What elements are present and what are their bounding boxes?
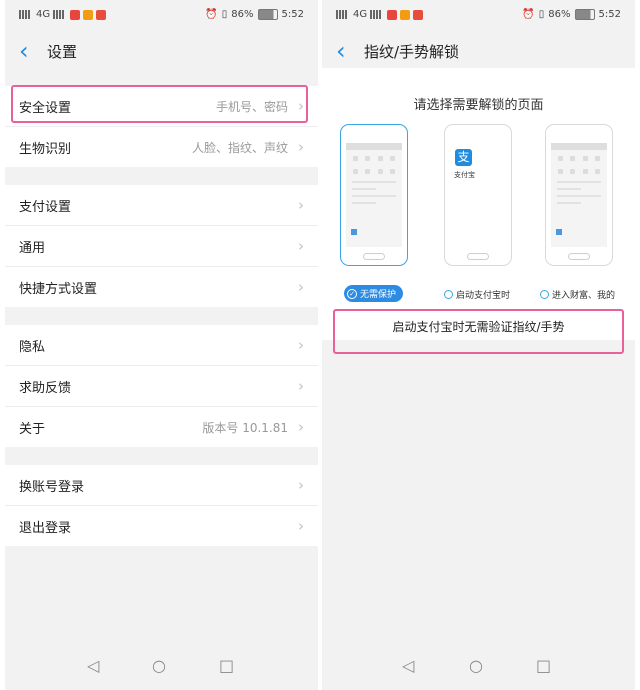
item-label: 通用 xyxy=(19,240,46,256)
settings-item-payment[interactable]: 支付设置 › xyxy=(5,185,318,226)
vibrate-icon: ▯ xyxy=(221,9,228,20)
check-icon: ✓ xyxy=(347,288,357,299)
nav-recent-icon[interactable]: □ xyxy=(219,656,234,675)
highlight-box-security xyxy=(11,85,308,123)
battery-icon xyxy=(574,9,595,20)
settings-group-3: 隐私 › 求助反馈 › 关于 版本号 10.1.81 › xyxy=(5,325,318,447)
signal-icon-2 xyxy=(370,10,385,19)
home-button-icon xyxy=(363,253,385,260)
item-label: 生物识别 xyxy=(19,141,72,157)
system-nav-bar: ◁ ○ □ xyxy=(5,644,318,690)
unlock-options: ✓ 无需保护 启动支付宝时 进入财富、我的 xyxy=(322,284,635,308)
chevron-right-icon: › xyxy=(298,278,304,296)
phone-screen xyxy=(551,143,607,247)
nav-home-icon[interactable]: ○ xyxy=(469,656,483,675)
settings-item-about[interactable]: 关于 版本号 10.1.81 › xyxy=(5,407,318,447)
alipay-logo-icon: 支 xyxy=(455,149,472,166)
highlight-box-description xyxy=(333,309,624,354)
settings-group-4: 换账号登录 › 退出登录 › xyxy=(5,465,318,546)
chevron-right-icon: › xyxy=(298,476,304,494)
home-button-icon xyxy=(467,253,489,260)
item-label: 隐私 xyxy=(19,339,46,355)
item-value: 人脸、指纹、声纹 xyxy=(191,140,288,155)
home-button-icon xyxy=(568,253,590,260)
settings-item-privacy[interactable]: 隐私 › xyxy=(5,325,318,366)
alipay-label: 支付宝 xyxy=(454,171,475,179)
item-value: 版本号 10.1.81 xyxy=(202,420,288,435)
phone-screen xyxy=(346,143,402,247)
settings-item-switch-account[interactable]: 换账号登录 › xyxy=(5,465,318,506)
network-label: 4G xyxy=(36,9,51,20)
phone-preview-none[interactable] xyxy=(340,124,408,266)
phone-preview-launch[interactable]: 支 支付宝 xyxy=(444,124,512,266)
phone-previews: 支 支付宝 xyxy=(322,124,635,284)
settings-item-biometrics[interactable]: 生物识别 人脸、指纹、声纹 › xyxy=(5,127,318,167)
page-title: 指纹/手势解锁 xyxy=(364,42,460,61)
nav-recent-icon[interactable]: □ xyxy=(536,656,551,675)
option-no-protection[interactable]: ✓ 无需保护 xyxy=(344,285,404,302)
chevron-right-icon: › xyxy=(298,377,304,395)
chevron-right-icon: › xyxy=(298,418,304,436)
phone-screen: 支 支付宝 xyxy=(450,143,506,247)
signal-icon-2 xyxy=(53,10,68,19)
app-notification-icon xyxy=(83,9,94,20)
app-notification-icon xyxy=(413,9,424,20)
battery-icon xyxy=(257,9,278,20)
app-notification-icon xyxy=(70,9,81,20)
nav-back-icon[interactable]: ◁ xyxy=(402,656,414,675)
chevron-right-icon: › xyxy=(298,336,304,354)
vibrate-icon: ▯ xyxy=(538,9,545,20)
back-arrow-icon[interactable]: ‹ xyxy=(336,39,356,63)
app-notification-icon xyxy=(400,9,411,20)
settings-item-help[interactable]: 求助反馈 › xyxy=(5,366,318,407)
nav-home-icon[interactable]: ○ xyxy=(152,656,166,675)
settings-item-logout[interactable]: 退出登录 › xyxy=(5,506,318,546)
status-bar: 4G ⏰ ▯ 86% 5:52 xyxy=(322,0,635,34)
battery-percent: 86% xyxy=(548,9,571,20)
battery-percent: 86% xyxy=(231,9,254,20)
chevron-right-icon: › xyxy=(298,237,304,255)
option-on-launch[interactable]: 启动支付宝时 xyxy=(444,288,510,301)
radio-icon xyxy=(444,290,453,299)
app-notification-icon xyxy=(387,9,398,20)
item-label: 支付设置 xyxy=(19,199,72,215)
settings-item-general[interactable]: 通用 › xyxy=(5,226,318,267)
signal-icon xyxy=(336,10,350,19)
settings-group-2: 支付设置 › 通用 › 快捷方式设置 › xyxy=(5,185,318,307)
settings-item-shortcuts[interactable]: 快捷方式设置 › xyxy=(5,267,318,307)
option-label: 进入财富、我的 xyxy=(552,291,616,301)
option-label: 启动支付宝时 xyxy=(456,291,511,301)
item-label: 快捷方式设置 xyxy=(19,281,98,297)
item-label: 关于 xyxy=(19,421,46,437)
item-label: 求助反馈 xyxy=(19,380,72,396)
item-label: 换账号登录 xyxy=(19,479,85,495)
option-wealth-mine[interactable]: 进入财富、我的 xyxy=(540,288,615,301)
system-nav-bar: ◁ ○ □ xyxy=(322,644,635,690)
unlock-page-selector: 请选择需要解锁的页面 支 支付宝 ✓ 无需保护 启动支付宝时 进入财富、我的 启… xyxy=(322,68,635,340)
header: ‹ 指纹/手势解锁 xyxy=(322,34,635,68)
chevron-right-icon: › xyxy=(298,517,304,535)
status-bar: 4G ⏰ ▯ 86% 5:52 xyxy=(5,0,318,34)
alarm-icon: ⏰ xyxy=(522,9,535,20)
page-title: 设置 xyxy=(47,42,78,61)
chevron-right-icon: › xyxy=(298,196,304,214)
option-label: 无需保护 xyxy=(360,290,397,300)
clock: 5:52 xyxy=(281,9,304,20)
phone-preview-wealth[interactable] xyxy=(545,124,613,266)
app-notification-icon xyxy=(96,9,107,20)
item-label: 退出登录 xyxy=(19,520,72,536)
network-label: 4G xyxy=(353,9,368,20)
alarm-icon: ⏰ xyxy=(205,9,218,20)
nav-back-icon[interactable]: ◁ xyxy=(87,656,99,675)
clock: 5:52 xyxy=(598,9,621,20)
signal-icon xyxy=(19,10,33,19)
back-arrow-icon[interactable]: ‹ xyxy=(19,39,39,63)
header: ‹ 设置 xyxy=(5,34,318,68)
chevron-right-icon: › xyxy=(298,138,304,156)
radio-icon xyxy=(540,290,549,299)
selector-prompt: 请选择需要解锁的页面 xyxy=(413,98,544,113)
